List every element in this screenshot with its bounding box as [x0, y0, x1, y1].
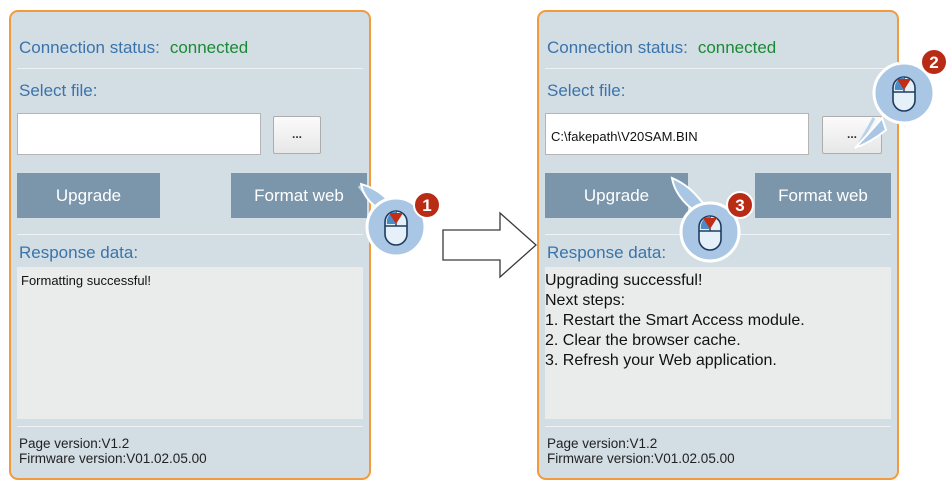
- divider: [545, 426, 891, 427]
- format-web-button[interactable]: Format web: [755, 173, 891, 218]
- connection-status-value: connected: [169, 38, 249, 57]
- file-path-input[interactable]: [17, 113, 261, 155]
- response-line: 1. Restart the Smart Access module.: [545, 312, 805, 329]
- left-panel: Connection status: connected Select file:…: [9, 10, 371, 480]
- response-line: Formatting successful!: [21, 273, 152, 288]
- page-version: Page version:V1.2: [547, 436, 658, 451]
- select-file-label: Select file:: [19, 81, 98, 100]
- step-badge-2: 2: [929, 53, 938, 72]
- mouse-click-icon: 1: [357, 182, 441, 258]
- version-info: Page version:V1.2 Firmware version:V01.0…: [19, 436, 207, 466]
- response-line: 2. Clear the browser cache.: [545, 332, 741, 349]
- browse-button[interactable]: ...: [273, 116, 321, 154]
- connection-status: Connection status: connected: [547, 38, 776, 58]
- mouse-click-icon: 3: [670, 176, 754, 263]
- upgrade-button[interactable]: Upgrade: [17, 173, 160, 218]
- flow-arrow-icon: [442, 211, 537, 279]
- divider: [17, 68, 363, 69]
- version-info: Page version:V1.2 Firmware version:V01.0…: [547, 436, 735, 466]
- response-line: Next steps:: [545, 292, 626, 309]
- response-data-label: Response data:: [547, 243, 667, 262]
- firmware-version: Firmware version:V01.02.05.00: [547, 451, 735, 466]
- response-line: 3. Refresh your Web application.: [545, 352, 777, 369]
- response-data-area: Formatting successful!: [17, 267, 363, 419]
- response-data-label: Response data:: [19, 243, 139, 262]
- firmware-version: Firmware version:V01.02.05.00: [19, 451, 207, 466]
- connection-status-label: Connection status:: [547, 38, 688, 57]
- response-line: Upgrading successful!: [545, 272, 703, 289]
- response-text: Upgrading successful! Next steps: 1. Res…: [545, 267, 891, 371]
- response-data-area: Upgrading successful! Next steps: 1. Res…: [545, 267, 891, 419]
- divider: [17, 234, 363, 235]
- mouse-click-icon: 2: [854, 48, 948, 149]
- divider: [17, 426, 363, 427]
- format-web-button[interactable]: Format web: [231, 173, 367, 218]
- divider: [545, 68, 891, 69]
- step-badge-3: 3: [735, 196, 744, 215]
- connection-status-value: connected: [697, 38, 777, 57]
- step-badge-1: 1: [422, 196, 431, 215]
- file-path-input[interactable]: C:\fakepath\V20SAM.BIN: [545, 113, 809, 155]
- connection-status-label: Connection status:: [19, 38, 160, 57]
- select-file-label: Select file:: [547, 81, 626, 100]
- page-version: Page version:V1.2: [19, 436, 130, 451]
- connection-status: Connection status: connected: [19, 38, 248, 58]
